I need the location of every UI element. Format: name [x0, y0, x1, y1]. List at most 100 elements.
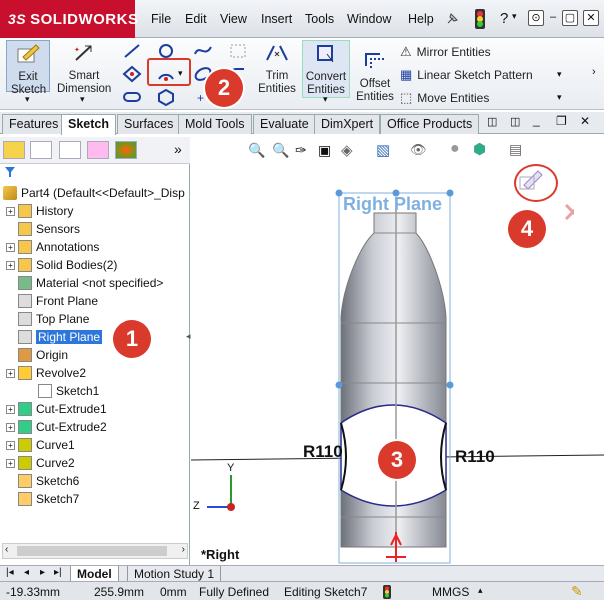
property-manager-tab-icon[interactable] — [30, 141, 52, 159]
expand-icon[interactable]: + — [6, 422, 15, 432]
arc-dropdown-icon[interactable]: ▾ — [178, 68, 183, 79]
tree-item-sensors[interactable]: +Sensors — [6, 220, 80, 238]
tree-item-origin[interactable]: +Origin — [6, 346, 68, 364]
dimension-r110-left[interactable]: R110 — [303, 442, 343, 462]
menu-file[interactable]: File — [151, 12, 171, 26]
menu-view[interactable]: View — [220, 12, 247, 26]
expand-icon[interactable]: + — [6, 368, 15, 378]
menu-insert[interactable]: Insert — [261, 12, 292, 26]
expand-icon[interactable]: + — [6, 458, 15, 468]
tree-item-annotations[interactable]: + Annotations — [6, 238, 99, 256]
tree-collapse-handle-icon[interactable]: ◂ — [186, 331, 191, 342]
menu-window[interactable]: Window — [347, 12, 391, 26]
line-icon[interactable] — [122, 42, 142, 60]
scroll-left-icon[interactable]: ‹ — [5, 544, 8, 555]
minimize-icon[interactable]: – — [545, 10, 561, 26]
tree-horizontal-scrollbar[interactable]: ‹ › — [2, 543, 188, 559]
tab-mold-tools[interactable]: Mold Tools — [178, 114, 252, 134]
tree-item-sketch6[interactable]: +Sketch6 — [6, 472, 79, 490]
tab-surfaces[interactable]: Surfaces — [117, 114, 181, 134]
tab-next-icon[interactable]: ▸ — [40, 567, 45, 578]
rectangle-icon[interactable] — [122, 65, 142, 83]
convert-entities-button[interactable]: Convert Entities — [302, 40, 350, 98]
status-units[interactable]: MMGS — [432, 585, 469, 599]
spline-icon[interactable] — [193, 42, 213, 60]
convert-entities-dropdown-icon[interactable]: ▾ — [323, 94, 328, 105]
tab-model[interactable]: Model — [70, 566, 119, 582]
help-icon[interactable]: ? — [500, 10, 508, 27]
tab-sketch[interactable]: Sketch — [61, 114, 116, 135]
tree-item-top-plane[interactable]: +Top Plane — [6, 310, 89, 328]
tab-evaluate[interactable]: Evaluate — [253, 114, 316, 134]
dimxpert-manager-tab-icon[interactable] — [87, 141, 109, 159]
slot-icon[interactable] — [122, 88, 142, 106]
tree-item-right-plane[interactable]: +Right Plane — [6, 328, 103, 346]
tree-item-curve2[interactable]: + Curve2 — [6, 454, 75, 472]
tab-first-icon[interactable]: |◂ — [6, 567, 14, 578]
expand-icon[interactable]: + — [6, 440, 15, 450]
right-plane-label[interactable]: Right Plane — [343, 194, 442, 215]
units-dropdown-icon[interactable]: ▴ — [478, 585, 483, 596]
scroll-thumb[interactable] — [17, 546, 167, 556]
tab-features[interactable]: Features — [2, 114, 66, 134]
tab-office-products[interactable]: Office Products — [380, 114, 480, 134]
tree-item-history[interactable]: + History — [6, 202, 73, 220]
menu-help[interactable]: Help — [408, 12, 434, 26]
tab-last-icon[interactable]: ▸| — [54, 567, 62, 578]
expand-icon[interactable]: + — [6, 404, 15, 414]
construction-geometry-icon[interactable] — [228, 42, 248, 60]
doc-close-icon[interactable]: ✕ — [580, 114, 590, 128]
panel-icon-left[interactable]: ◫ — [487, 115, 497, 128]
close-icon[interactable]: ✕ — [583, 10, 599, 26]
tree-item-sketch1[interactable]: +Sketch1 — [26, 382, 99, 400]
doc-restore-icon[interactable]: ❐ — [556, 114, 567, 128]
tab-dimxpert[interactable]: DimXpert — [314, 114, 381, 134]
display-manager-tab-icon[interactable] — [115, 141, 137, 159]
tree-root-part[interactable]: Part4 (Default<<Default>_Disp — [3, 184, 185, 202]
ribbon-expand-icon[interactable]: › — [592, 66, 596, 78]
expand-icon[interactable]: + — [6, 260, 15, 270]
expand-icon[interactable]: + — [6, 206, 15, 216]
panel-icon-right[interactable]: ◫ — [510, 115, 520, 128]
configuration-manager-tab-icon[interactable] — [59, 141, 81, 159]
tree-item-front-plane[interactable]: +Front Plane — [6, 292, 98, 310]
polygon-icon[interactable] — [156, 88, 176, 106]
menu-tools[interactable]: Tools — [305, 12, 334, 26]
tag-icon[interactable]: ✎ — [571, 583, 583, 600]
move-entities-button[interactable]: ⬚ Move Entities — [400, 90, 489, 106]
tree-item-material-not-specified[interactable]: +Material <not specified> — [6, 274, 163, 292]
status-rebuild-icon[interactable] — [382, 584, 392, 600]
exit-sketch-dropdown-icon[interactable]: ▾ — [25, 94, 30, 105]
scroll-right-icon[interactable]: › — [182, 544, 185, 555]
feature-manager-tab-icon[interactable] — [3, 141, 25, 159]
tree-item-curve1[interactable]: + Curve1 — [6, 436, 75, 454]
tree-item-revolve2[interactable]: + Revolve2 — [6, 364, 86, 382]
pushpin-icon[interactable] — [444, 11, 460, 27]
smart-dimension-button[interactable]: ✦ Smart Dimension — [54, 40, 114, 96]
tree-more-icon[interactable]: » — [174, 141, 182, 157]
restore-icon[interactable]: ▢ — [562, 10, 578, 26]
move-entities-dropdown-icon[interactable]: ▾ — [557, 92, 562, 103]
exit-sketch-button[interactable]: Exit Sketch — [6, 40, 50, 96]
tree-item-sketch7[interactable]: +Sketch7 — [6, 490, 79, 508]
help-dropdown-icon[interactable]: ▾ — [512, 11, 517, 22]
linear-pattern-dropdown-icon[interactable]: ▾ — [557, 69, 562, 80]
linear-pattern-button[interactable]: ▦ Linear Sketch Pattern — [400, 67, 533, 83]
trim-entities-button[interactable]: Trim Entities — [254, 40, 300, 96]
arc-icon[interactable] — [156, 64, 176, 82]
tab-motion-study-1[interactable]: Motion Study 1 — [127, 566, 222, 582]
expand-icon[interactable]: + — [6, 242, 15, 252]
dimension-r110-right[interactable]: R110 — [455, 447, 495, 467]
user-icon[interactable]: ⊙ — [528, 10, 544, 26]
mirror-entities-button[interactable]: ⚠ Mirror Entities — [400, 44, 491, 60]
tree-item-cut-extrude1[interactable]: + Cut-Extrude1 — [6, 400, 107, 418]
offset-entities-button[interactable]: Offset Entities — [354, 48, 396, 104]
tab-prev-icon[interactable]: ◂ — [24, 567, 29, 578]
solidworks-logo[interactable]: 3S SOLIDWORKS — [0, 0, 138, 38]
menu-edit[interactable]: Edit — [185, 12, 207, 26]
tree-item-cut-extrude2[interactable]: + Cut-Extrude2 — [6, 418, 107, 436]
tree-item-solid-bodies-2[interactable]: + Solid Bodies(2) — [6, 256, 117, 274]
rebuild-traffic-light-icon[interactable] — [474, 8, 486, 30]
smart-dimension-dropdown-icon[interactable]: ▾ — [80, 94, 85, 105]
filter-icon[interactable] — [4, 166, 16, 178]
